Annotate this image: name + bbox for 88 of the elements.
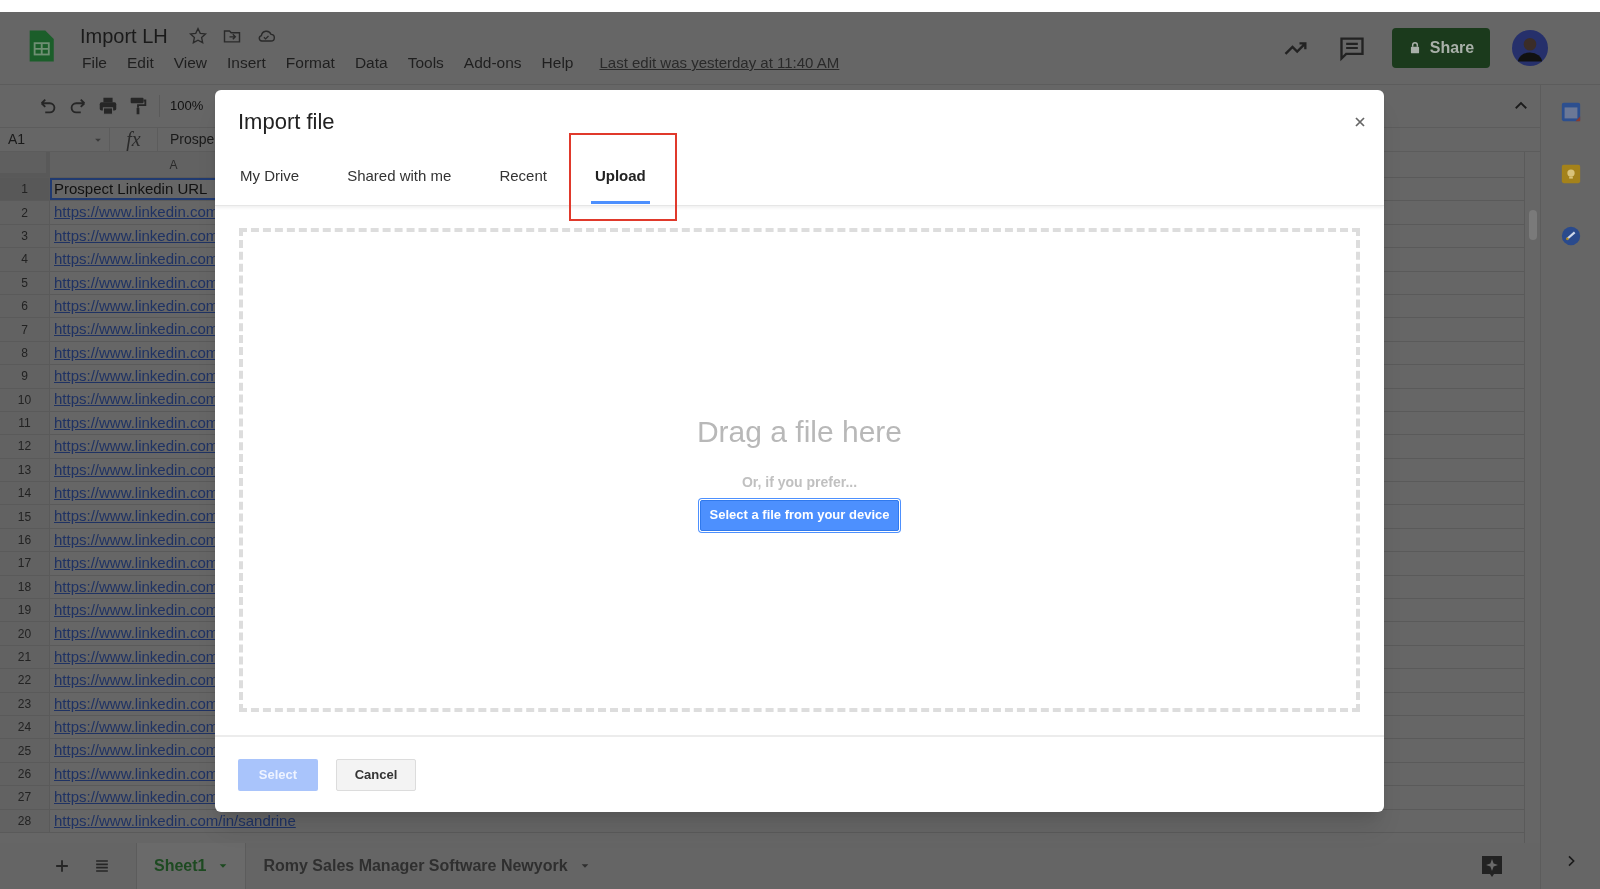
link-cell[interactable]: https://www.linkedin.com/in/sandrine — [50, 809, 296, 832]
link-cell[interactable]: https://www.linkedin.com — [50, 692, 219, 715]
function-label: fx — [110, 128, 158, 151]
row-number[interactable]: 15 — [0, 505, 50, 529]
row-number[interactable]: 8 — [0, 341, 50, 366]
dialog-tab[interactable]: Shared with me — [347, 158, 452, 204]
row-number[interactable]: 14 — [0, 482, 50, 506]
row-number[interactable]: 5 — [0, 271, 50, 295]
row-number[interactable]: 23 — [0, 692, 50, 716]
row-number[interactable]: 16 — [0, 528, 50, 553]
menu-item[interactable]: Tools — [397, 53, 454, 73]
link-cell[interactable]: https://www.linkedin.com — [50, 248, 219, 271]
row-number[interactable]: 17 — [0, 552, 50, 576]
name-box[interactable]: A1 — [0, 128, 110, 151]
calendar-icon[interactable] — [1559, 101, 1582, 123]
row-number[interactable]: 4 — [0, 248, 50, 272]
row-number[interactable]: 19 — [0, 599, 50, 623]
link-cell[interactable]: https://www.linkedin.com — [50, 388, 219, 411]
row-number[interactable]: 12 — [0, 435, 50, 459]
link-cell[interactable]: https://www.linkedin.com — [50, 318, 219, 341]
drop-zone[interactable]: Drag a file here Or, if you prefer... Select a file from your device — [239, 228, 1360, 712]
link-cell[interactable]: https://www.linkedin.com — [50, 201, 219, 224]
cancel-button[interactable]: Cancel — [336, 758, 416, 791]
row-number[interactable]: 22 — [0, 669, 50, 693]
row-number[interactable]: 6 — [0, 294, 50, 319]
last-edit-link[interactable]: Last edit was yesterday at 11:40 AM — [599, 53, 840, 73]
menu-item[interactable]: View — [163, 53, 218, 73]
link-cell[interactable]: https://www.linkedin.com — [50, 365, 219, 388]
menu-item[interactable]: Help — [531, 53, 584, 73]
link-cell[interactable]: https://www.linkedin.com — [50, 739, 219, 762]
explore-icon[interactable] — [1480, 854, 1504, 878]
link-cell[interactable]: https://www.linkedin.com — [50, 528, 219, 552]
link-cell[interactable]: https://www.linkedin.com — [50, 552, 219, 575]
row-number[interactable]: 7 — [0, 318, 50, 342]
keep-icon[interactable] — [1559, 163, 1582, 185]
dialog-title: Import file — [238, 108, 335, 136]
link-cell[interactable]: https://www.linkedin.com — [50, 762, 219, 786]
vertical-scrollbar[interactable] — [1524, 152, 1540, 843]
menu-item[interactable]: Add-ons — [453, 53, 532, 73]
link-cell[interactable]: https://www.linkedin.com — [50, 669, 219, 692]
drop-heading: Drag a file here — [696, 413, 903, 450]
dialog-tab[interactable]: Upload — [590, 158, 650, 204]
link-cell[interactable]: https://www.linkedin.com — [50, 224, 219, 248]
link-cell[interactable]: https://www.linkedin.com — [50, 575, 219, 599]
row-number[interactable]: 9 — [0, 365, 50, 389]
row-number[interactable]: 28 — [0, 809, 50, 833]
row-number[interactable]: 18 — [0, 575, 50, 600]
star-icon[interactable] — [187, 26, 208, 46]
row-number[interactable]: 24 — [0, 716, 50, 740]
row-number[interactable]: 11 — [0, 411, 50, 436]
menu-item[interactable]: Format — [275, 53, 345, 73]
link-cell[interactable]: https://www.linkedin.com — [50, 435, 219, 458]
link-cell[interactable]: https://www.linkedin.com — [50, 482, 219, 505]
row-number[interactable]: 27 — [0, 786, 50, 810]
row-number[interactable]: 21 — [0, 645, 50, 670]
link-cell[interactable]: https://www.linkedin.com — [50, 599, 219, 622]
row-number[interactable]: 2 — [0, 201, 50, 225]
menu-item[interactable]: Insert — [217, 53, 276, 73]
link-cell[interactable]: https://www.linkedin.com — [50, 341, 219, 365]
link-cell[interactable]: https://www.linkedin.com — [50, 271, 219, 294]
link-cell[interactable]: https://www.linkedin.com — [50, 458, 219, 482]
drop-hint: Or, if you prefer... — [741, 472, 858, 492]
menu-item[interactable]: Edit — [117, 53, 164, 73]
link-cell[interactable]: https://www.linkedin.com — [50, 716, 219, 739]
row-number[interactable]: 25 — [0, 739, 50, 763]
share-button[interactable]: Share — [1392, 28, 1490, 68]
row-number[interactable]: 3 — [0, 224, 50, 249]
avatar-icon[interactable] — [1512, 30, 1548, 66]
dialog-tab[interactable]: Recent — [499, 158, 547, 204]
link-cell[interactable]: https://www.linkedin.com — [50, 786, 219, 809]
row-number[interactable]: 26 — [0, 762, 50, 787]
link-cell[interactable]: https://www.linkedin.com — [50, 505, 219, 528]
document-title[interactable]: Import LH — [80, 23, 168, 49]
link-cell[interactable]: https://www.linkedin.com — [50, 411, 219, 435]
row-number[interactable]: 10 — [0, 388, 50, 412]
link-cell[interactable]: https://www.linkedin.com — [50, 645, 219, 669]
sheet-tab[interactable]: Sheet1 — [136, 843, 246, 889]
row-number[interactable]: 13 — [0, 458, 50, 483]
link-cell[interactable]: https://www.linkedin.com — [50, 622, 219, 645]
link-cell[interactable]: https://www.linkedin.com — [50, 294, 219, 318]
row-number[interactable]: 20 — [0, 622, 50, 646]
tasks-icon[interactable] — [1559, 225, 1582, 247]
menu-item[interactable]: Data — [344, 53, 398, 73]
print-icon[interactable] — [97, 95, 119, 117]
select-file-button[interactable]: Select a file from your device — [699, 499, 900, 531]
zoom-select[interactable]: 100% — [170, 96, 204, 116]
menu-item[interactable]: File — [72, 53, 117, 73]
formula-input[interactable]: Prospe — [170, 129, 215, 150]
